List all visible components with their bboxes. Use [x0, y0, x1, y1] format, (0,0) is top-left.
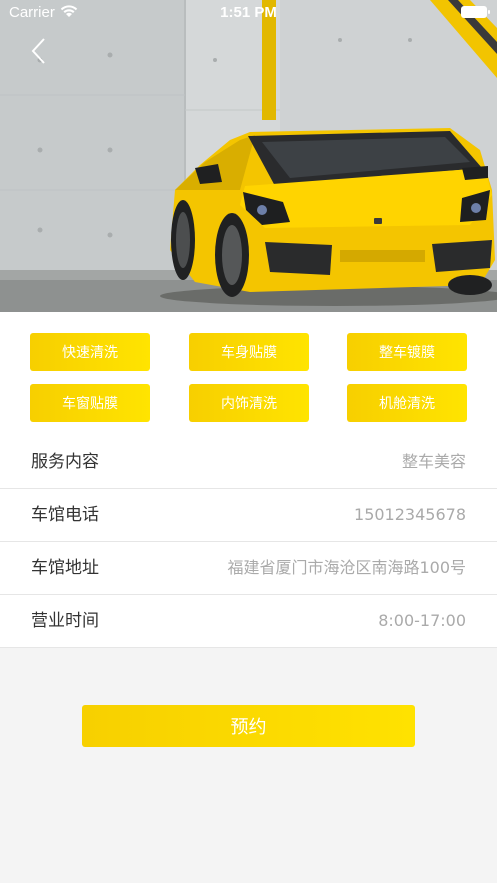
info-value: 8:00-17:00: [378, 611, 466, 630]
info-label: 服务内容: [31, 452, 99, 472]
info-value: 整车美容: [401, 452, 466, 471]
info-row-service: 服务内容 整车美容: [0, 436, 497, 489]
info-row-phone[interactable]: 车馆电话 15012345678: [0, 489, 497, 542]
status-time: 1:51 PM: [220, 4, 277, 21]
hero-car-image: Carrier 1:51 PM: [0, 0, 497, 312]
tag-quick-wash[interactable]: 快速清洗: [30, 333, 150, 371]
info-label: 车馆地址: [31, 558, 99, 578]
info-row-hours: 营业时间 8:00-17:00: [0, 595, 497, 648]
info-label: 营业时间: [31, 611, 99, 631]
shop-info-list: 服务内容 整车美容 车馆电话 15012345678 车馆地址 福建省厦门市海沧…: [0, 436, 497, 648]
tag-interior-wash[interactable]: 内饰清洗: [189, 384, 309, 422]
info-label: 车馆电话: [31, 505, 99, 525]
back-button[interactable]: [22, 34, 56, 68]
chevron-left-icon: [31, 38, 45, 64]
service-tags: 快速清洗 车身贴膜 整车镀膜 车窗贴膜 内饰清洗 机舱清洗: [0, 312, 497, 436]
battery-icon: [461, 6, 490, 18]
tag-engine-wash[interactable]: 机舱清洗: [347, 384, 467, 422]
info-value[interactable]: 15012345678: [354, 489, 466, 541]
status-bar: Carrier 1:51 PM: [0, 0, 497, 26]
book-button[interactable]: 预约: [82, 705, 415, 747]
tag-full-coating[interactable]: 整车镀膜: [347, 333, 467, 371]
tag-window-film[interactable]: 车窗贴膜: [30, 384, 150, 422]
tag-body-film[interactable]: 车身贴膜: [189, 333, 309, 371]
info-value[interactable]: 福建省厦门市海沧区南海路100号: [227, 542, 466, 594]
car-illustration: [0, 0, 497, 312]
info-row-address[interactable]: 车馆地址 福建省厦门市海沧区南海路100号: [0, 542, 497, 595]
